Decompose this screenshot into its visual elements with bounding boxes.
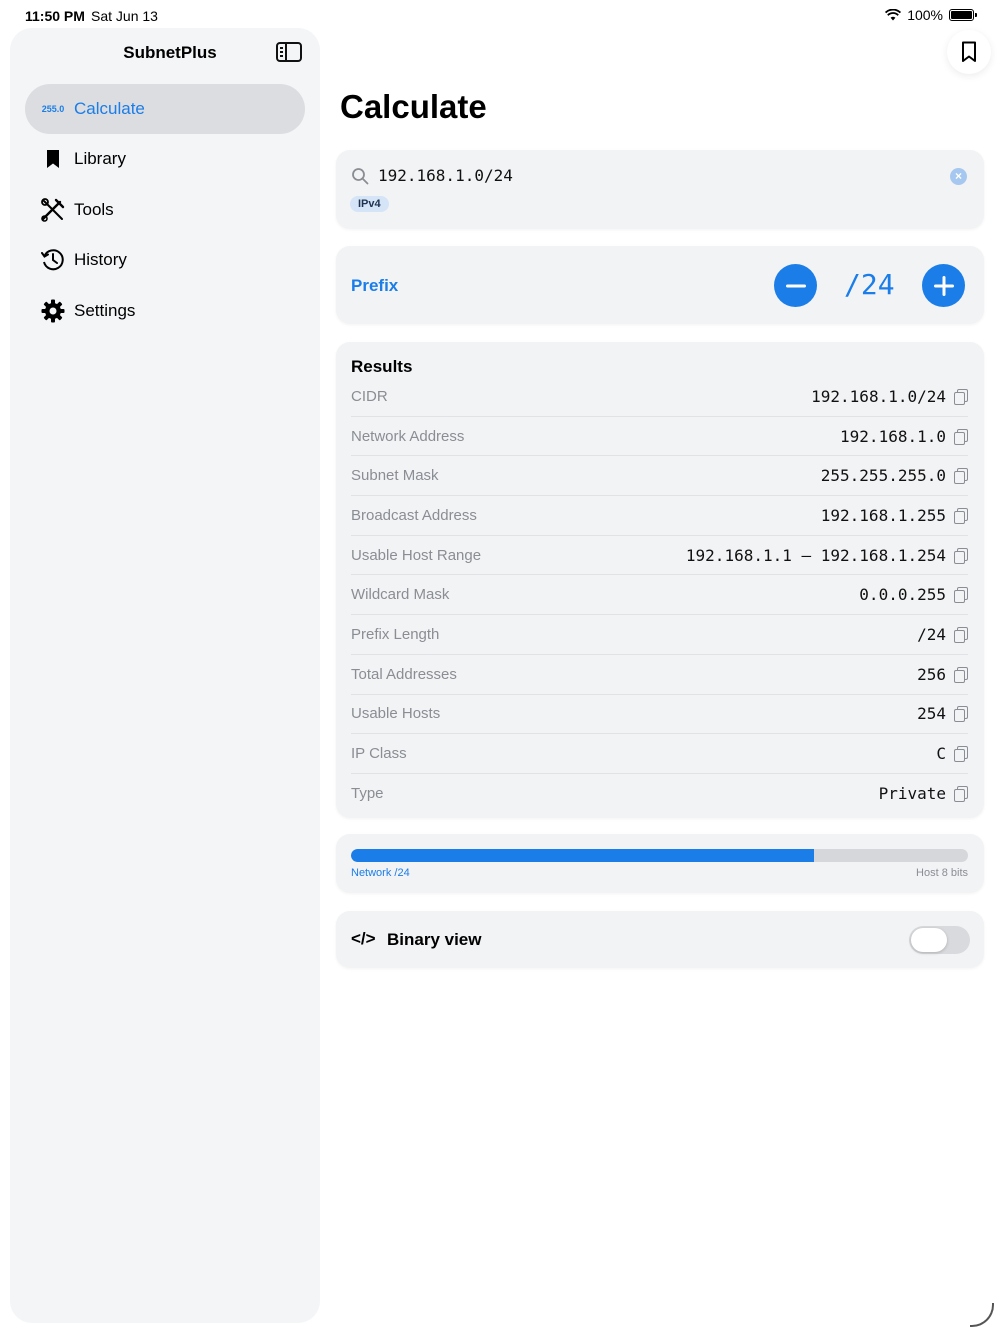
bookmark-button[interactable] <box>947 30 991 74</box>
result-row-wildcard-mask: Wildcard Mask 0.0.0.255 <box>351 575 968 616</box>
result-value: 192.168.1.0 <box>840 426 946 446</box>
result-row-prefix-length: Prefix Length/24 <box>351 615 968 655</box>
result-row-subnet-mask: Subnet Mask 255.255.255.0 <box>351 456 968 497</box>
result-key: CIDR <box>351 387 388 405</box>
result-row-type: Type Private <box>351 774 968 814</box>
host-bits-label: Host 8 bits <box>916 867 968 879</box>
network-bits-label: Network /24 <box>351 867 410 879</box>
result-key: IP Class <box>351 745 407 763</box>
copy-icon[interactable] <box>954 428 968 445</box>
copy-icon[interactable] <box>954 786 968 803</box>
history-icon <box>39 246 67 274</box>
sidebar-item-label: Settings <box>74 300 136 320</box>
prefix-label: Prefix <box>351 276 399 295</box>
result-key: Type <box>351 785 384 803</box>
bookmark-outline-icon <box>962 41 976 62</box>
binary-view-toggle[interactable] <box>909 926 970 954</box>
result-row-usable-host-range: Usable Host Range 192.168.1.1 – 192.168.1… <box>351 536 968 576</box>
results-list: CIDR 192.168.1.0/24 Network Address 192.16… <box>351 377 968 814</box>
sidebar: SubnetPlus 255.0 Calculate Library Tools… <box>10 28 320 1323</box>
result-key: Total Addresses <box>351 665 457 683</box>
bit-split-bar <box>351 849 968 862</box>
search-input[interactable]: 192.168.1.0/24 <box>378 166 513 185</box>
status-time: 11:50 PM <box>25 8 85 24</box>
copy-icon[interactable] <box>954 547 968 564</box>
copy-icon[interactable] <box>954 626 968 643</box>
binary-view-card: </> Binary view <box>336 911 984 968</box>
result-value: 192.168.1.255 <box>820 505 946 525</box>
status-bar: 11:50 PM Sat Jun 13 100% <box>0 0 1000 30</box>
result-row-ip-class: IP Class C <box>351 734 968 774</box>
sidebar-item-library[interactable]: Library <box>25 134 305 184</box>
sidebar-item-label: Calculate <box>74 99 145 118</box>
copy-icon[interactable] <box>954 507 968 524</box>
result-value: 255.255.255.0 <box>820 466 946 486</box>
result-value: 254 <box>917 704 946 724</box>
copy-icon[interactable] <box>954 587 968 604</box>
increase-prefix-button[interactable] <box>922 264 965 307</box>
result-row-cidr: CIDR 192.168.1.0/24 <box>351 377 968 417</box>
resize-corner-icon <box>970 1303 994 1327</box>
status-right: 100% <box>885 7 977 23</box>
result-value: /24 <box>917 624 946 644</box>
clear-icon[interactable]: × <box>950 168 967 185</box>
result-value: C <box>936 744 946 764</box>
sidebar-item-tools[interactable]: Tools <box>25 185 305 235</box>
copy-icon[interactable] <box>954 746 968 763</box>
sidebar-nav: 255.0 Calculate Library Tools History Se… <box>25 84 305 336</box>
result-value: 0.0.0.255 <box>859 585 946 605</box>
network-bits-fill <box>351 849 814 862</box>
sidebar-toggle-icon[interactable] <box>276 42 302 62</box>
sidebar-item-label: History <box>74 250 127 270</box>
toggle-knob <box>911 928 947 952</box>
result-row-network-address: Network Address 192.168.1.0 <box>351 417 968 457</box>
prefix-value: /24 <box>844 268 895 301</box>
tools-icon <box>39 196 67 224</box>
bit-split-card: Network /24 Host 8 bits <box>336 834 984 893</box>
result-key: Usable Hosts <box>351 705 441 723</box>
binary-view-label: Binary view <box>387 930 482 949</box>
status-date: Sat Jun 13 <box>91 8 158 24</box>
result-row-usable-hosts: Usable Hosts 254 <box>351 695 968 735</box>
battery-icon <box>949 9 977 21</box>
result-key: Broadcast Address <box>351 506 477 524</box>
bookmark-icon <box>39 145 67 173</box>
copy-icon[interactable] <box>954 706 968 723</box>
results-heading: Results <box>351 357 413 376</box>
page-title: Calculate <box>340 88 487 125</box>
result-row-total-addresses: Total Addresses 256 <box>351 655 968 695</box>
sidebar-item-label: Tools <box>74 199 114 219</box>
result-key: Usable Host Range <box>351 546 482 564</box>
result-row-broadcast-address: Broadcast Address 192.168.1.255 <box>351 496 968 536</box>
result-key: Subnet Mask <box>351 467 439 485</box>
result-value: 192.168.1.0/24 <box>811 386 946 406</box>
result-value: Private <box>878 784 946 804</box>
ip-version-badge: IPv4 <box>350 196 389 212</box>
battery-percent: 100% <box>907 7 943 23</box>
search-card[interactable]: 192.168.1.0/24 × IPv4 <box>336 150 984 229</box>
search-icon <box>351 167 369 190</box>
copy-icon[interactable] <box>954 468 968 485</box>
results-card: Results CIDR 192.168.1.0/24 Network Addre… <box>336 342 984 818</box>
wifi-icon <box>885 9 902 21</box>
copy-icon[interactable] <box>954 388 968 405</box>
sidebar-item-label: Library <box>74 149 126 169</box>
minus-icon <box>785 284 806 287</box>
prefix-card: Prefix /24 <box>336 246 984 324</box>
result-key: Prefix Length <box>351 625 440 643</box>
copy-icon[interactable] <box>954 666 968 683</box>
subnet-mask-icon: 255.0 <box>41 104 65 114</box>
sidebar-item-calculate[interactable]: 255.0 Calculate <box>25 84 305 134</box>
result-value: 256 <box>917 664 946 684</box>
plus-icon <box>933 275 954 296</box>
result-key: Network Address <box>351 427 465 445</box>
gear-icon <box>39 297 67 325</box>
sidebar-item-history[interactable]: History <box>25 235 305 285</box>
result-key: Wildcard Mask <box>351 586 450 604</box>
code-icon: </> <box>351 929 376 948</box>
sidebar-item-settings[interactable]: Settings <box>25 286 305 336</box>
result-value: 192.168.1.1 – 192.168.1.254 <box>685 545 946 565</box>
decrease-prefix-button[interactable] <box>774 264 817 307</box>
